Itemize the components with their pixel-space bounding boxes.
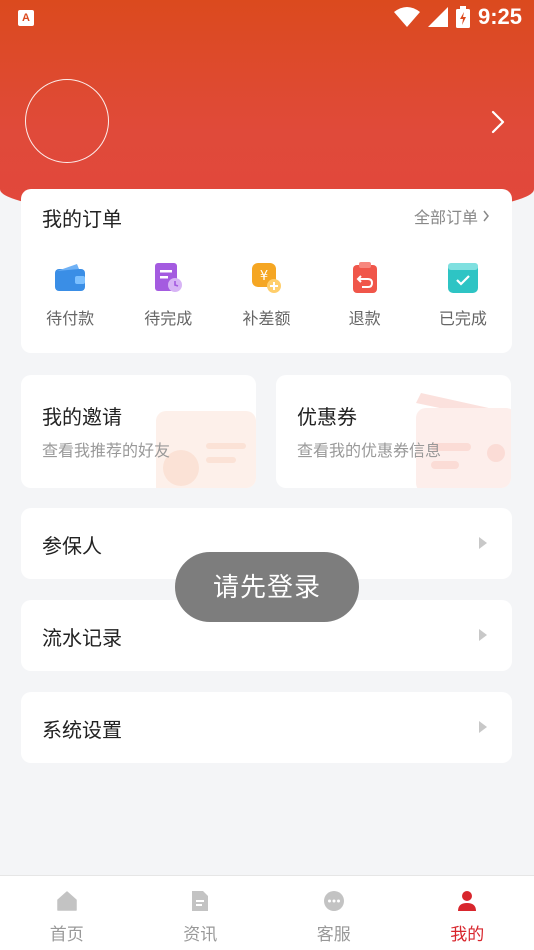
tab-customer-service[interactable]: 客服 [267, 876, 401, 950]
yen-coin-plus-icon: ¥ [252, 263, 282, 293]
order-status-label: 待完成 [144, 311, 193, 328]
svg-text:¥: ¥ [260, 269, 268, 284]
coupon-illustration-icon [416, 393, 511, 488]
chat-icon [323, 891, 344, 911]
app-notification-icon: A [18, 10, 34, 26]
order-status-label: 退款 [348, 311, 381, 328]
bottom-tab-bar: 首页 资讯 客服 我的 [0, 875, 534, 950]
all-orders-link[interactable]: 全部订单 [414, 204, 490, 228]
system-settings-row[interactable]: 系统设置 [21, 692, 512, 763]
profile-icon [458, 891, 477, 911]
row-label: 参保人 [42, 536, 102, 558]
clipboard-return-icon [352, 262, 377, 293]
my-invitations-card[interactable]: 我的邀请 查看我推荐的好友 [21, 375, 256, 488]
signal-icon [427, 7, 448, 27]
triangle-right-icon [479, 721, 487, 733]
order-status-label: 已完成 [438, 311, 487, 328]
order-status-label: 待付款 [46, 311, 95, 328]
chevron-right-icon[interactable] [486, 108, 510, 136]
order-status-supplement[interactable]: ¥ 补差额 [217, 261, 315, 329]
news-icon [192, 891, 209, 911]
tab-label: 资讯 [183, 925, 218, 944]
tab-label: 首页 [49, 925, 84, 944]
battery-charging-icon [455, 6, 470, 28]
order-status-refund[interactable]: 退款 [316, 261, 414, 329]
chevron-right-icon [483, 210, 489, 222]
orders-card: 我的订单 全部订单 待付款 待完成 ¥ 补差额 退款 已完成 [21, 189, 512, 353]
avatar[interactable] [25, 79, 109, 163]
triangle-right-icon [479, 537, 487, 549]
wifi-icon [393, 7, 420, 27]
tab-home[interactable]: 首页 [0, 876, 134, 950]
promo-title: 我的邀请 [42, 407, 122, 429]
tab-label: 我的 [450, 925, 485, 944]
all-orders-label: 全部订单 [413, 210, 478, 227]
row-label: 系统设置 [42, 720, 122, 742]
login-required-toast: 请先登录 [175, 552, 359, 622]
orders-title: 我的订单 [42, 209, 122, 231]
promo-subtitle: 查看我的优惠券信息 [297, 443, 442, 460]
check-box-icon [447, 263, 478, 293]
document-clock-icon [155, 263, 183, 292]
order-status-label: 补差额 [242, 311, 291, 328]
clock-time: 9:25 [477, 4, 522, 29]
tab-mine[interactable]: 我的 [401, 876, 534, 950]
triangle-right-icon [479, 629, 487, 641]
coupons-card[interactable]: 优惠券 查看我的优惠券信息 [276, 375, 511, 488]
promo-title: 优惠券 [297, 407, 357, 429]
promo-subtitle: 查看我推荐的好友 [42, 443, 171, 460]
order-status-pending-payment[interactable]: 待付款 [21, 261, 119, 329]
order-status-pending-completion[interactable]: 待完成 [119, 261, 217, 329]
status-bar: A 9:25 [0, 0, 534, 36]
home-icon [57, 891, 77, 911]
row-label: 流水记录 [42, 628, 122, 650]
order-status-completed[interactable]: 已完成 [414, 261, 512, 329]
tab-label: 客服 [316, 925, 351, 944]
wallet-icon [55, 264, 86, 291]
tab-news[interactable]: 资讯 [134, 876, 268, 950]
